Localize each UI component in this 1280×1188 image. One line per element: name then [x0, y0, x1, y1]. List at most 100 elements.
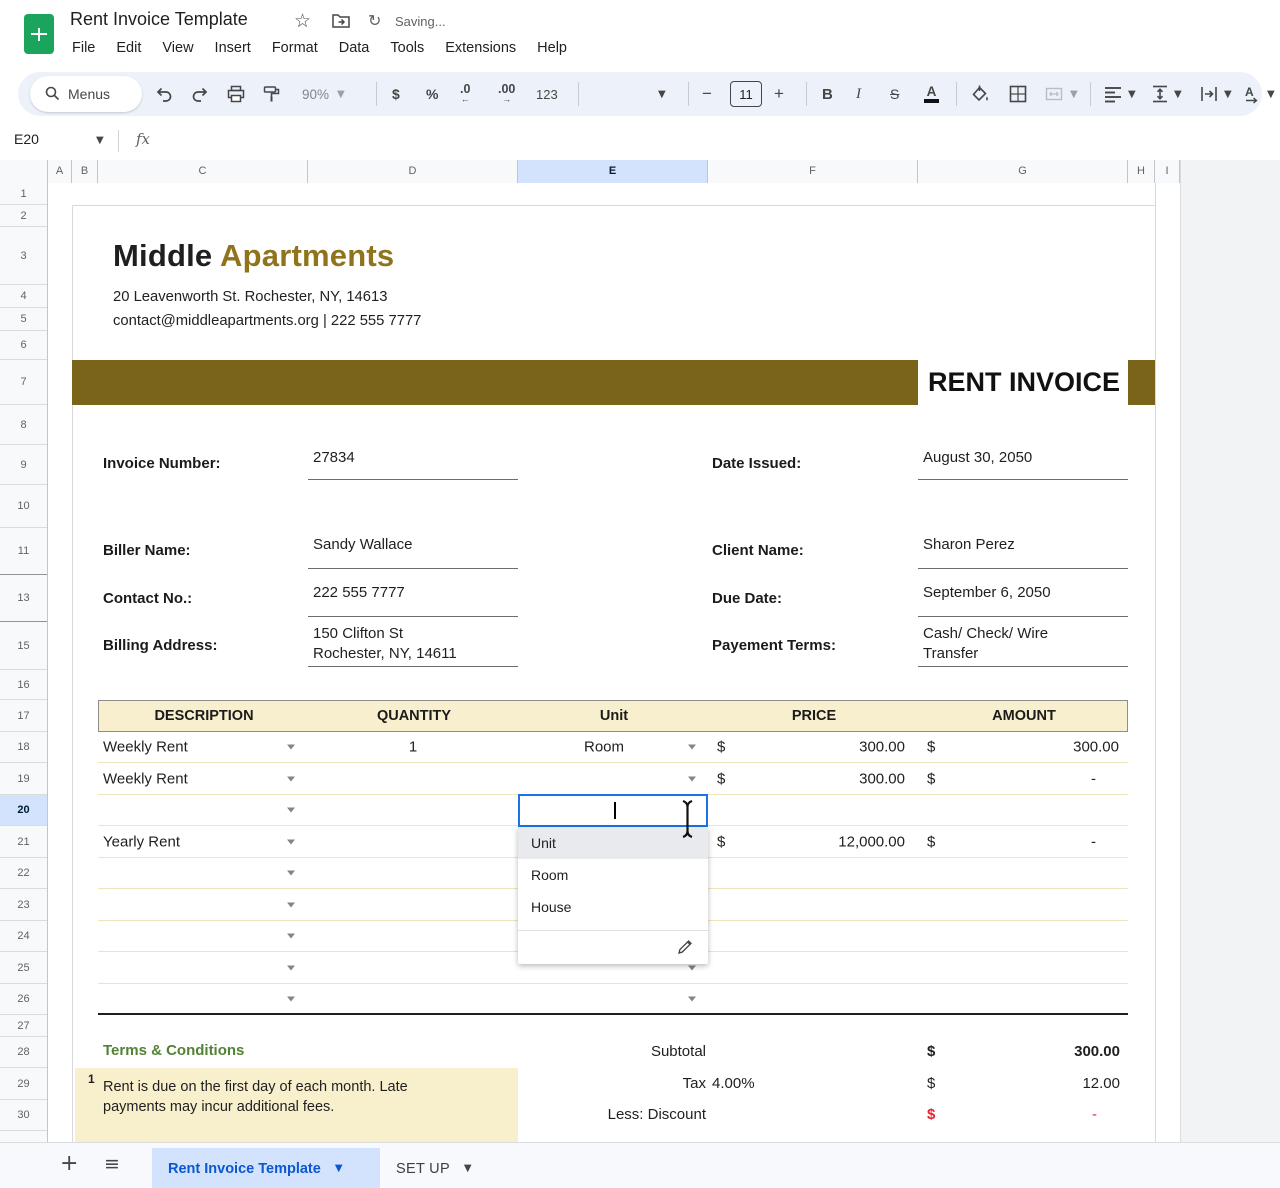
column-header-b[interactable]: B [72, 160, 98, 183]
chevron-down-icon[interactable]: ▼ [335, 1163, 343, 1174]
row-header[interactable]: 18 [0, 732, 47, 763]
dropdown-arrow-icon[interactable] [287, 870, 295, 876]
field-value[interactable]: 150 Clifton St Rochester, NY, 14611 [308, 624, 518, 667]
menu-edit[interactable]: Edit [116, 40, 141, 56]
item-row[interactable]: Weekly Rent $300.00 $ - [98, 763, 1128, 795]
dropdown-arrow-icon[interactable] [287, 839, 295, 844]
decrease-font-size-button[interactable]: − [702, 82, 712, 106]
column-header-d[interactable]: D [308, 160, 518, 183]
row-header[interactable]: 15 [0, 622, 47, 670]
text-rotation-button[interactable]: A ▼ [1242, 82, 1275, 106]
edit-pencil-icon[interactable] [677, 938, 694, 960]
italic-button[interactable]: I [856, 82, 861, 106]
dropdown-arrow-icon[interactable] [688, 965, 696, 970]
number-format-button[interactable]: 123 [536, 82, 558, 106]
row-header[interactable]: 5 [0, 308, 47, 331]
font-select[interactable]: ▼ [658, 82, 666, 106]
tab-set-up[interactable]: SET UP ▼ [396, 1148, 472, 1188]
name-box[interactable]: E20 [14, 131, 39, 147]
document-title[interactable]: Rent Invoice Template [70, 9, 248, 30]
column-header-e[interactable]: E [518, 160, 708, 183]
row-header[interactable]: 10 [0, 485, 47, 528]
select-all-corner[interactable] [0, 160, 48, 183]
font-size-input[interactable]: 11 [730, 81, 762, 107]
horizontal-align-button[interactable]: ▼ [1104, 82, 1136, 106]
format-percent-button[interactable]: % [426, 82, 438, 106]
undo-button[interactable] [154, 82, 174, 106]
merge-cells-button[interactable]: ▼ [1044, 82, 1078, 106]
column-header-a[interactable]: A [48, 160, 72, 183]
row-header[interactable]: 23 [0, 889, 47, 921]
menu-extensions[interactable]: Extensions [445, 40, 516, 56]
decrease-decimal-button[interactable]: .0 ← [460, 82, 470, 106]
increase-decimal-button[interactable]: .00 → [498, 82, 515, 106]
menu-format[interactable]: Format [272, 40, 318, 56]
row-header[interactable]: 9 [0, 445, 47, 485]
field-value[interactable]: September 6, 2050 [918, 584, 1128, 617]
text-color-button[interactable]: A [924, 82, 939, 106]
fill-color-button[interactable] [970, 82, 990, 106]
tab-rent-invoice-template[interactable]: Rent Invoice Template ▼ [152, 1148, 380, 1188]
menu-data[interactable]: Data [339, 40, 370, 56]
dropdown-arrow-icon[interactable] [287, 776, 295, 781]
dropdown-option-house[interactable]: House [518, 891, 708, 923]
add-sheet-icon[interactable]: + [60, 1151, 78, 1176]
chevron-down-icon[interactable]: ▼ [464, 1163, 472, 1174]
row-header[interactable]: 19 [0, 763, 47, 795]
paint-format-button[interactable] [262, 82, 282, 106]
strikethrough-button[interactable]: S [890, 82, 899, 106]
row-header[interactable]: 30 [0, 1100, 47, 1131]
row-header-selected[interactable]: 20 [0, 795, 47, 826]
sheets-logo-icon[interactable] [24, 14, 54, 54]
bold-button[interactable]: B [822, 82, 833, 106]
row-header[interactable]: 29 [0, 1068, 47, 1100]
row-header[interactable]: 8 [0, 405, 47, 445]
dropdown-arrow-icon[interactable] [688, 776, 696, 781]
menu-insert[interactable]: Insert [215, 40, 251, 56]
row-header[interactable]: 26 [0, 984, 47, 1015]
column-header-c[interactable]: C [98, 160, 308, 183]
vertical-align-button[interactable]: ▼ [1152, 82, 1182, 106]
field-value[interactable]: 222 555 7777 [308, 584, 518, 617]
field-value[interactable]: Cash/ Check/ Wire Transfer [918, 624, 1128, 667]
dropdown-arrow-icon[interactable] [287, 996, 295, 1001]
name-box-dropdown-icon[interactable]: ▼ [96, 135, 104, 146]
row-header[interactable]: 6 [0, 331, 47, 360]
row-header[interactable]: 25 [0, 952, 47, 984]
menu-help[interactable]: Help [537, 40, 567, 56]
column-header-g[interactable]: G [918, 160, 1128, 183]
row-header[interactable]: 21 [0, 826, 47, 858]
format-currency-button[interactable]: $ [392, 82, 400, 106]
dropdown-arrow-icon[interactable] [287, 807, 295, 813]
row-header[interactable]: 2 [0, 205, 47, 227]
item-row[interactable] [98, 984, 1128, 1015]
menus-search-button[interactable]: Menus [30, 76, 142, 112]
row-header[interactable]: 1 [0, 183, 47, 205]
row-header[interactable]: 27 [0, 1015, 47, 1037]
borders-button[interactable] [1008, 82, 1028, 106]
move-folder-icon[interactable] [331, 12, 351, 35]
row-header[interactable]: 22 [0, 858, 47, 889]
field-value[interactable]: 27834 [308, 449, 518, 480]
increase-font-size-button[interactable]: + [774, 82, 784, 106]
dropdown-arrow-icon[interactable] [688, 996, 696, 1001]
row-header[interactable]: 11 [0, 528, 47, 575]
row-header[interactable]: 28 [0, 1037, 47, 1068]
row-header[interactable]: 7 [0, 360, 47, 405]
zoom-select[interactable]: 90% ▼ [302, 82, 345, 106]
column-header-f[interactable]: F [708, 160, 918, 183]
field-value[interactable]: August 30, 2050 [918, 449, 1128, 480]
item-row[interactable]: Weekly Rent 1 Room $300.00 $300.00 [98, 732, 1128, 763]
dropdown-option-room[interactable]: Room [518, 859, 708, 891]
row-header[interactable]: 17 [0, 700, 47, 732]
column-header-i[interactable]: I [1155, 160, 1180, 183]
redo-button[interactable] [190, 82, 210, 106]
menu-tools[interactable]: Tools [390, 40, 424, 56]
star-icon[interactable]: ☆ [294, 10, 311, 32]
row-header[interactable]: 24 [0, 921, 47, 952]
column-header-h[interactable]: H [1128, 160, 1155, 183]
tax-rate[interactable]: 4.00% [712, 1075, 772, 1092]
menu-view[interactable]: View [162, 40, 193, 56]
row-header[interactable]: 16 [0, 670, 47, 700]
menu-file[interactable]: File [72, 40, 95, 56]
